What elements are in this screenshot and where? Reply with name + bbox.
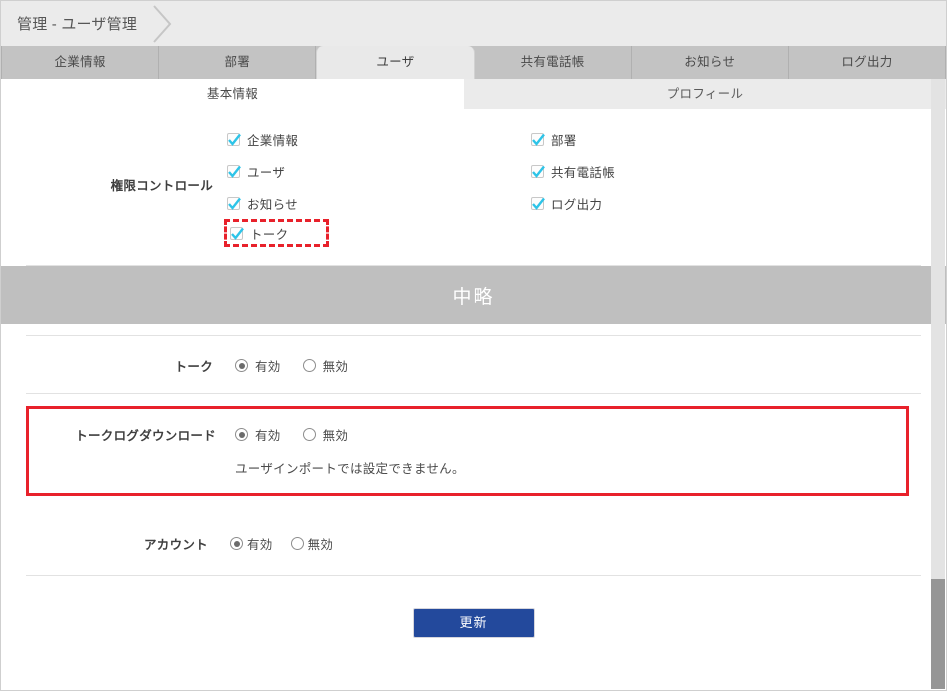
subtab-label: プロフィール <box>666 87 744 101</box>
tab-label: 共有電話帳 <box>520 55 585 69</box>
admin-user-management-page: 管理 - ユーザ管理 企業情報 部署 ユーザ 共有電話帳 お知らせ ログ出力 基… <box>0 0 947 691</box>
talk-log-download-label: トークログダウンロード <box>75 429 216 443</box>
tab-user[interactable]: ユーザ <box>316 46 475 79</box>
checkbox-label: 企業情報 <box>247 133 299 148</box>
radio-label: 無効 <box>307 538 334 552</box>
tab-label: お知らせ <box>684 55 736 69</box>
checkbox-row-shared-phonebook[interactable]: 共有電話帳 <box>531 155 835 187</box>
radio-label: 無効 <box>322 429 349 443</box>
checkbox-row-notice[interactable]: お知らせ <box>227 187 531 219</box>
page-content: 権限コントロール 企業情報 ユーザ お知らせ トーク 部署 共有電話帳 ログ出力… <box>1 109 946 638</box>
permission-control-section: 権限コントロール 企業情報 ユーザ お知らせ トーク 部署 共有電話帳 ログ出力 <box>1 109 946 265</box>
checkbox-row-user[interactable]: ユーザ <box>227 155 531 187</box>
checkbox-row-talk-highlighted[interactable]: トーク <box>224 219 329 247</box>
tab-label: ログ出力 <box>841 55 893 69</box>
vertical-scrollbar-track[interactable] <box>931 79 945 689</box>
vertical-scrollbar-thumb[interactable] <box>931 579 945 689</box>
tab-shared-phonebook[interactable]: 共有電話帳 <box>474 46 632 79</box>
tab-label: ユーザ <box>376 55 415 69</box>
talk-log-download-radio-group: 有効 無効 <box>235 425 906 444</box>
radio-label: 有効 <box>247 538 273 552</box>
checkbox-label: ログ出力 <box>551 197 603 212</box>
checkbox-row-log-export[interactable]: ログ出力 <box>531 187 835 219</box>
talk-log-download-highlight-box: トークログダウンロード 有効 無効 ユーザインポートでは設定できません。 <box>26 406 909 496</box>
checkbox-row-department[interactable]: 部署 <box>531 123 835 155</box>
radio-button[interactable] <box>302 428 316 441</box>
checkbox-department[interactable] <box>531 132 545 146</box>
radio-button[interactable] <box>235 359 248 372</box>
account-setting-row: アカウント 有効 無効 <box>1 508 946 575</box>
permission-control-label: 権限コントロール <box>110 179 213 193</box>
tab-label: 企業情報 <box>54 55 106 69</box>
checkbox-row-company-info[interactable]: 企業情報 <box>227 123 531 155</box>
tab-company-info[interactable]: 企業情報 <box>1 46 160 79</box>
radio-label: 有効 <box>255 429 281 443</box>
talk-log-download-radio-enabled[interactable]: 有効 <box>235 425 281 444</box>
footer-actions: 更新 <box>1 576 946 638</box>
checkbox-notice[interactable] <box>227 196 241 210</box>
subtab-profile[interactable]: プロフィール <box>464 79 946 109</box>
talk-label: トーク <box>174 360 213 374</box>
account-radio-enabled[interactable]: 有効 <box>230 534 273 553</box>
talk-radio-group: 有効 無効 <box>235 356 946 375</box>
talk-log-download-radio-disabled[interactable]: 無効 <box>302 425 349 444</box>
tab-notice[interactable]: お知らせ <box>631 46 789 79</box>
checkbox-label: ユーザ <box>247 165 286 180</box>
account-radio-disabled[interactable]: 無効 <box>290 534 334 553</box>
talk-log-download-note: ユーザインポートでは設定できません。 <box>235 462 465 476</box>
breadcrumb: 管理 - ユーザ管理 <box>17 16 138 33</box>
checkbox-talk[interactable] <box>230 226 244 240</box>
radio-label: 無効 <box>322 360 349 374</box>
talk-log-download-row: トークログダウンロード 有効 無効 ユーザインポートでは設定できません。 <box>29 425 906 477</box>
checkbox-user[interactable] <box>227 164 241 178</box>
permission-left-column: 企業情報 ユーザ お知らせ トーク <box>224 123 531 247</box>
radio-button[interactable] <box>230 537 243 550</box>
permission-right-column: 部署 共有電話帳 ログ出力 <box>531 123 835 247</box>
tab-label: 部署 <box>224 55 251 69</box>
checkbox-label: トーク <box>250 227 289 242</box>
omitted-label: 中略 <box>452 286 495 308</box>
checkbox-label: 共有電話帳 <box>551 165 616 180</box>
chevron-right-icon <box>151 2 175 46</box>
sub-tab-bar: 基本情報 プロフィール <box>1 79 946 109</box>
checkbox-shared-phonebook[interactable] <box>531 164 545 178</box>
subtab-label: 基本情報 <box>206 87 259 101</box>
account-label: アカウント <box>143 538 208 552</box>
subtab-basic-info[interactable]: 基本情報 <box>1 79 464 109</box>
update-button[interactable]: 更新 <box>412 608 535 638</box>
talk-setting-row: トーク 有効 無効 <box>1 336 946 393</box>
checkbox-company-info[interactable] <box>227 132 241 146</box>
checkbox-log-export[interactable] <box>531 196 545 210</box>
tab-department[interactable]: 部署 <box>159 46 317 79</box>
breadcrumb-bar: 管理 - ユーザ管理 <box>1 1 946 46</box>
talk-radio-enabled[interactable]: 有効 <box>235 356 281 375</box>
talk-radio-disabled[interactable]: 無効 <box>302 356 349 375</box>
checkbox-label: お知らせ <box>247 197 298 212</box>
radio-label: 有効 <box>255 360 281 374</box>
radio-button[interactable] <box>235 428 248 441</box>
checkbox-label: 部署 <box>551 133 577 148</box>
radio-button[interactable] <box>290 537 304 550</box>
main-tab-bar: 企業情報 部署 ユーザ 共有電話帳 お知らせ ログ出力 <box>1 46 946 79</box>
account-radio-group: 有効 無効 <box>230 534 946 553</box>
tab-log-export[interactable]: ログ出力 <box>788 46 946 79</box>
radio-button[interactable] <box>302 359 316 372</box>
omitted-content-band: 中略 <box>1 266 946 324</box>
